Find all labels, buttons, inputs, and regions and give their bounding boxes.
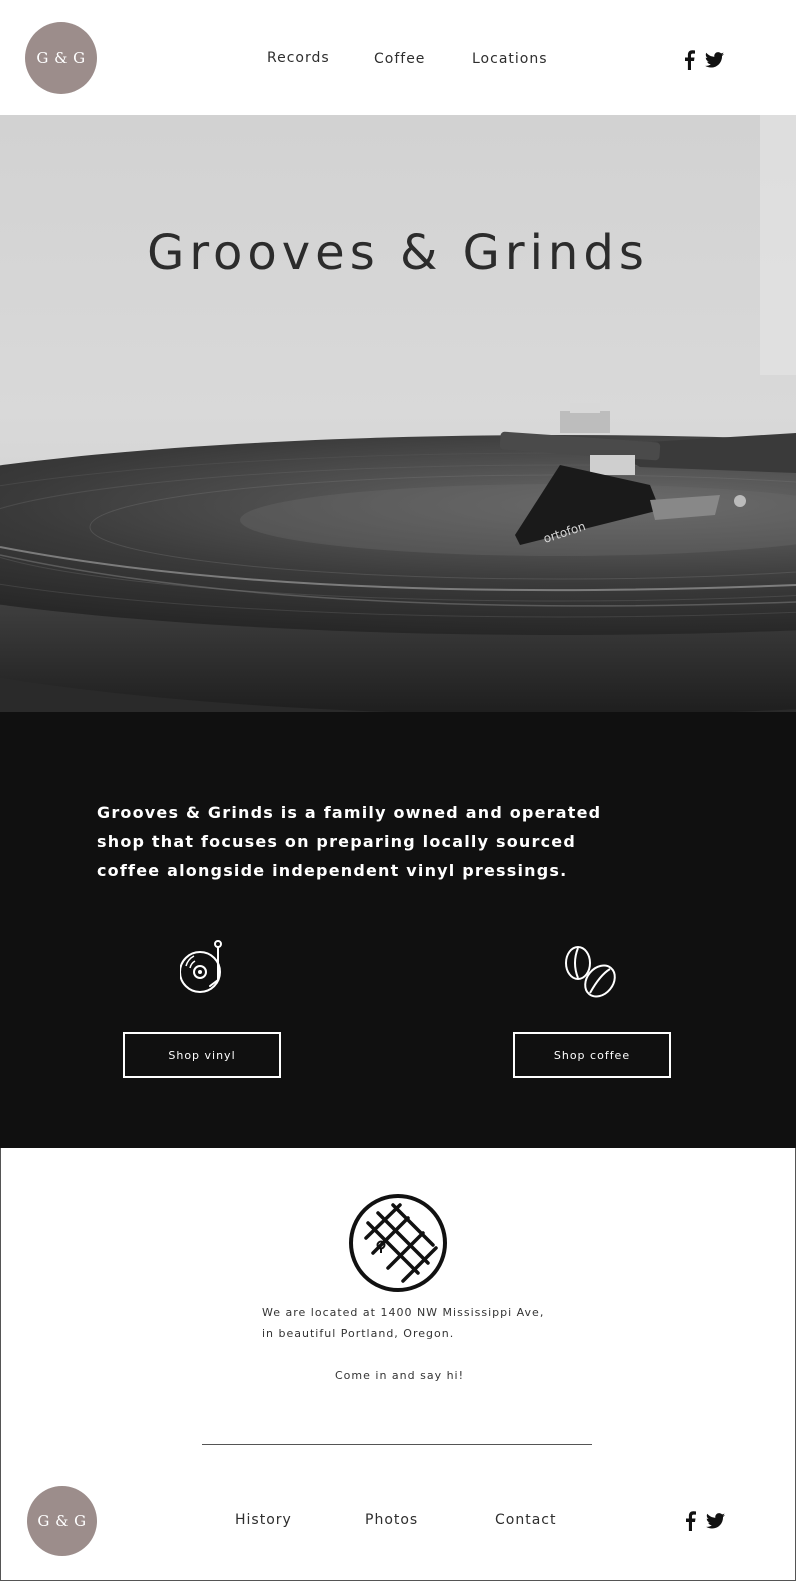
address-line-2: in beautiful Portland, Oregon. [262,1327,455,1340]
nav-records[interactable]: Records [267,50,330,66]
address-line-1: We are located at 1400 NW Mississippi Av… [262,1306,545,1319]
location-section: We are located at 1400 NW Mississippi Av… [0,1148,796,1581]
facebook-icon[interactable] [684,1511,696,1531]
nav-history[interactable]: History [235,1512,292,1528]
site-header: G & G Records Coffee Locations [0,0,796,115]
turntable-icon [179,940,226,1000]
footer-logo[interactable]: G & G [27,1486,97,1556]
facebook-icon[interactable] [683,50,695,70]
about-text: Grooves & Grinds is a family owned and o… [97,803,602,880]
hero-title: Grooves & Grinds [147,225,649,281]
nav-contact[interactable]: Contact [495,1512,556,1528]
nav-photos[interactable]: Photos [365,1512,418,1528]
footer-social [684,1511,725,1531]
nav-locations[interactable]: Locations [472,51,548,67]
coffee-beans-icon [564,945,620,1005]
turntable-photo: ortofon [0,115,796,712]
logo[interactable]: G & G [25,22,97,94]
shop-coffee-button[interactable]: Shop coffee [513,1032,671,1078]
header-social [683,50,724,70]
divider [202,1444,592,1445]
nav-coffee[interactable]: Coffee [374,51,425,67]
twitter-icon[interactable] [705,52,724,68]
greeting-text: Come in and say hi! [335,1369,465,1382]
hero-section: ortofon Grooves & Grinds [0,115,796,712]
about-section: Grooves & Grinds is a family owned and o… [0,712,796,1148]
shop-vinyl-button[interactable]: Shop vinyl [123,1032,281,1078]
map-icon[interactable] [348,1193,448,1297]
twitter-icon[interactable] [706,1513,725,1529]
